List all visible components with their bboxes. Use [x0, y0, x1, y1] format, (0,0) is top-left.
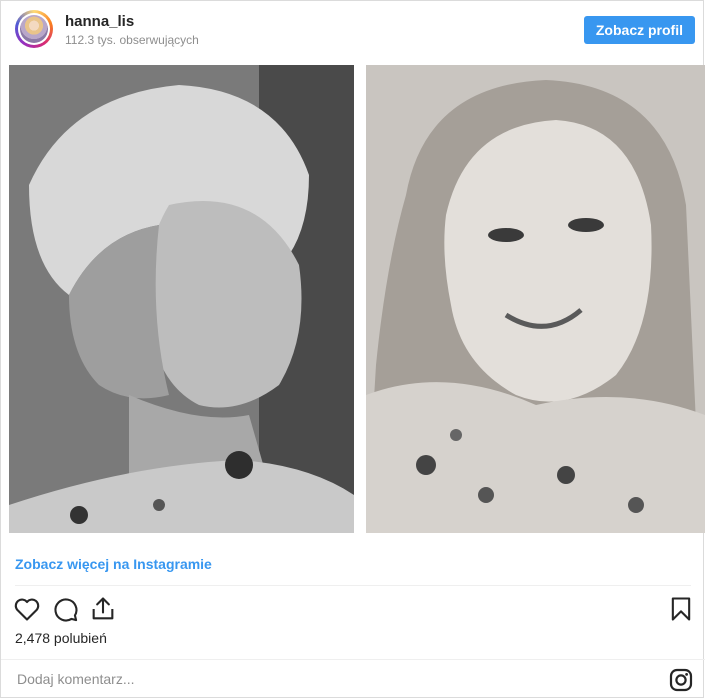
heart-icon[interactable]: [13, 595, 41, 623]
avatar[interactable]: [15, 10, 53, 48]
username[interactable]: hanna_lis: [65, 13, 134, 30]
photo-left: [9, 65, 354, 533]
follower-count: 112.3 tys. obserwujących: [65, 33, 199, 47]
bookmark-icon[interactable]: [667, 595, 695, 623]
share-icon[interactable]: [89, 595, 117, 623]
action-bar: [1, 591, 705, 627]
comment-icon[interactable]: [51, 595, 79, 623]
see-more-on-instagram-link[interactable]: Zobacz więcej na Instagramie: [15, 556, 212, 572]
like-count[interactable]: 2,478 polubień: [15, 630, 107, 646]
photo-right: [366, 65, 705, 533]
post-header: hanna_lis 112.3 tys. obserwujących Zobac…: [1, 1, 705, 63]
photo-left-image: [9, 65, 354, 533]
divider: [15, 585, 691, 586]
instagram-embed-card: hanna_lis 112.3 tys. obserwujących Zobac…: [0, 0, 705, 700]
avatar-photo: [20, 15, 48, 43]
comment-input[interactable]: [15, 670, 579, 688]
photo-right-image: [366, 65, 705, 533]
view-profile-button[interactable]: Zobacz profil: [583, 16, 695, 44]
instagram-logo-icon[interactable]: [669, 668, 693, 692]
comment-bar: [1, 659, 705, 700]
post-photos[interactable]: [9, 65, 705, 533]
